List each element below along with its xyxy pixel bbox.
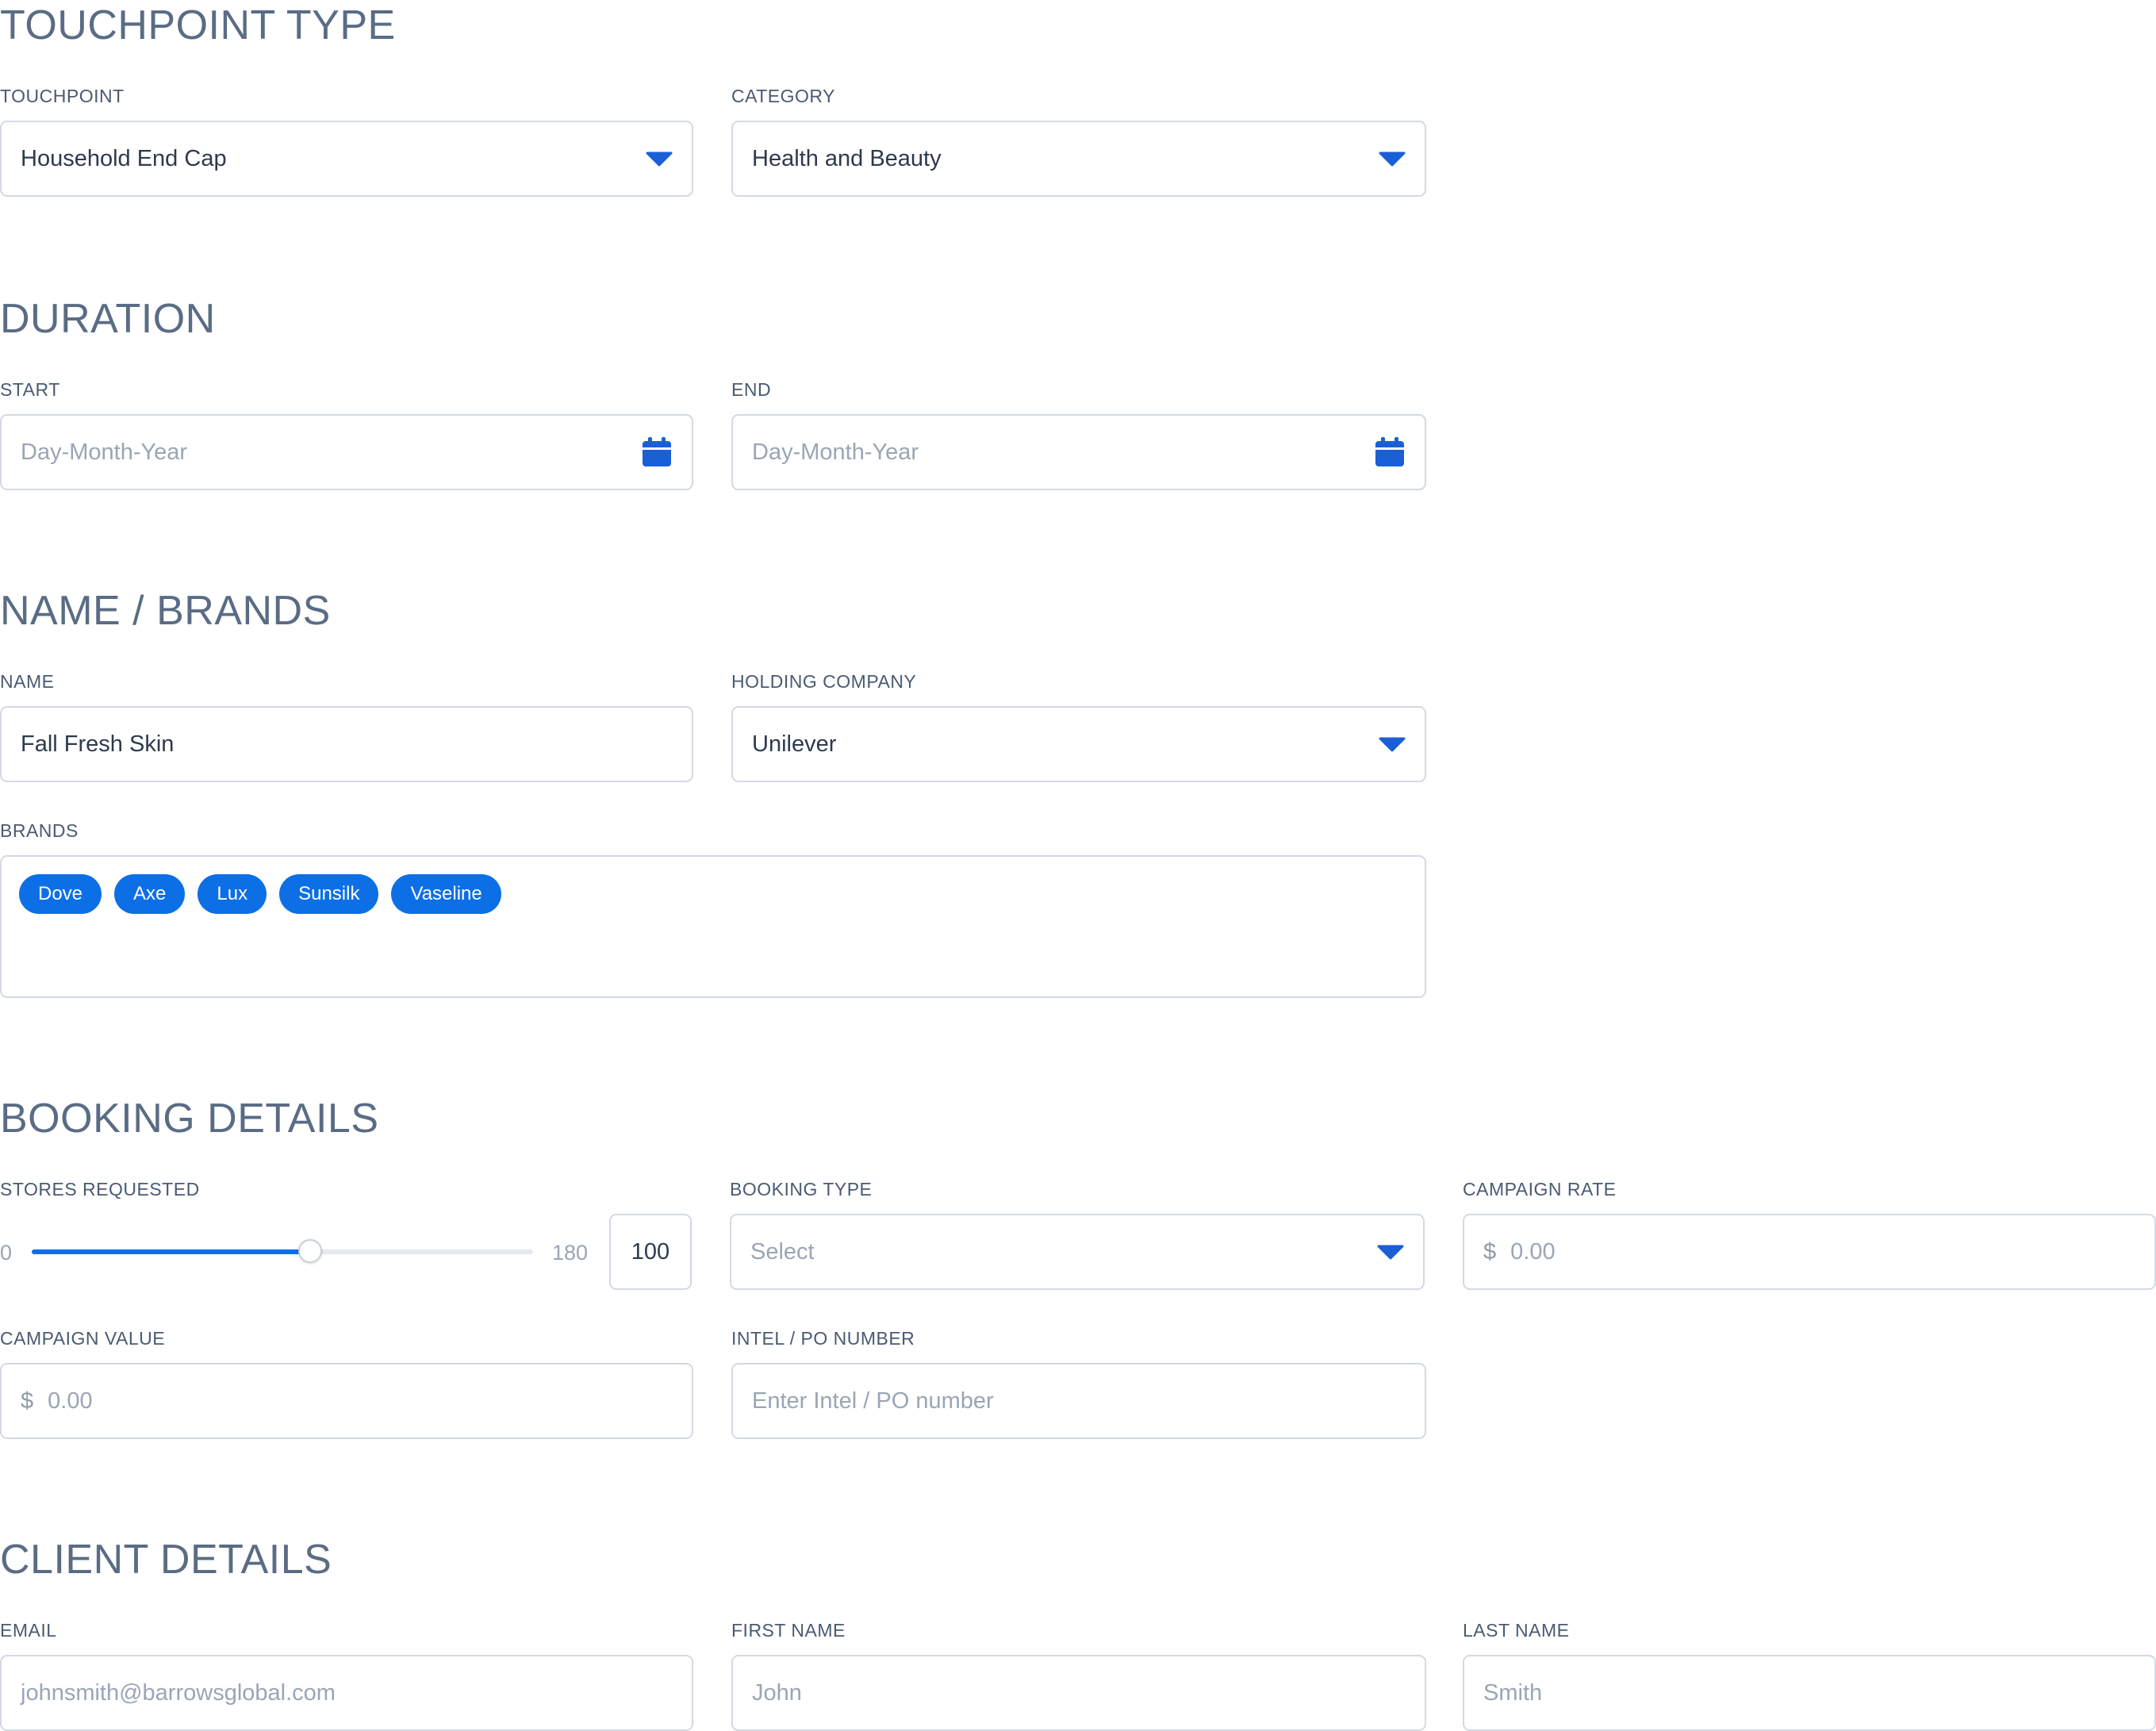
start-label: START — [0, 379, 60, 400]
slider-fill — [32, 1249, 311, 1254]
first-name-label: FIRST NAME — [731, 1620, 846, 1641]
stores-requested-slider: 0 180 100 — [0, 1214, 692, 1290]
section-title-name-brands: NAME / BRANDS — [0, 588, 331, 634]
holding-company-select[interactable]: Unilever — [731, 706, 1426, 782]
brand-tag[interactable]: Axe — [114, 874, 186, 914]
section-title-touchpoint-type: TOUCHPOINT TYPE — [0, 2, 396, 48]
currency-prefix: $ — [21, 1387, 34, 1414]
chevron-down-icon — [646, 152, 673, 167]
stores-requested-input[interactable]: 100 — [609, 1214, 692, 1290]
category-select[interactable]: Health and Beauty — [731, 121, 1426, 197]
holding-company-value: Unilever — [752, 731, 837, 757]
slider-track[interactable] — [32, 1239, 533, 1263]
name-label: NAME — [0, 671, 55, 692]
name-value: Fall Fresh Skin — [21, 731, 175, 757]
touchpoint-select[interactable]: Household End Cap — [0, 121, 693, 197]
brands-label: BRANDS — [0, 820, 79, 841]
chevron-down-icon — [1379, 152, 1406, 167]
booking-type-placeholder: Select — [750, 1238, 815, 1265]
calendar-icon[interactable] — [641, 436, 673, 468]
brand-tag[interactable]: Sunsilk — [279, 874, 379, 914]
section-title-duration: DURATION — [0, 296, 216, 342]
category-value: Health and Beauty — [752, 145, 942, 171]
brands-tag-input[interactable]: Dove Axe Lux Sunsilk Vaseline — [0, 855, 1426, 998]
category-label: CATEGORY — [731, 86, 835, 106]
campaign-rate-placeholder: 0.00 — [1510, 1238, 1556, 1265]
email-label: EMAIL — [0, 1620, 57, 1641]
brand-tag[interactable]: Vaseline — [391, 874, 501, 914]
name-input[interactable]: Fall Fresh Skin — [0, 706, 693, 782]
section-title-booking-details: BOOKING DETAILS — [0, 1096, 379, 1142]
first-name-field[interactable]: John — [731, 1655, 1426, 1731]
holding-company-label: HOLDING COMPANY — [731, 671, 917, 692]
calendar-icon[interactable] — [1374, 436, 1406, 468]
slider-max-value: 180 — [552, 1241, 589, 1265]
stores-requested-label: STORES REQUESTED — [0, 1179, 200, 1199]
intel-po-input[interactable]: Enter Intel / PO number — [731, 1363, 1426, 1439]
campaign-value-input[interactable]: $ 0.00 — [0, 1363, 693, 1439]
touchpoint-label: TOUCHPOINT — [0, 86, 125, 106]
last-name-field[interactable]: Smith — [1463, 1655, 2156, 1731]
campaign-rate-input[interactable]: $ 0.00 — [1463, 1214, 2156, 1290]
email-placeholder: johnsmith@barrowsglobal.com — [21, 1679, 336, 1706]
currency-prefix: $ — [1483, 1238, 1497, 1265]
booking-type-select[interactable]: Select — [730, 1214, 1425, 1290]
campaign-value-label: CAMPAIGN VALUE — [0, 1328, 166, 1349]
intel-po-placeholder: Enter Intel / PO number — [752, 1387, 994, 1414]
booking-form: TOUCHPOINT TYPE TOUCHPOINT Household End… — [0, 0, 2156, 1731]
brand-tag[interactable]: Dove — [19, 874, 102, 914]
booking-type-label: BOOKING TYPE — [730, 1179, 873, 1199]
last-name-placeholder: Smith — [1483, 1679, 1543, 1706]
start-date-placeholder: Day-Month-Year — [21, 439, 188, 465]
last-name-label: LAST NAME — [1463, 1620, 1570, 1641]
touchpoint-value: Household End Cap — [21, 145, 227, 171]
slider-thumb[interactable] — [298, 1239, 323, 1263]
chevron-down-icon — [1379, 737, 1406, 752]
chevron-down-icon — [1377, 1245, 1404, 1260]
campaign-rate-label: CAMPAIGN RATE — [1463, 1179, 1617, 1199]
slider-min-value: 0 — [0, 1241, 13, 1265]
campaign-value-placeholder: 0.00 — [48, 1387, 93, 1414]
brand-tag[interactable]: Lux — [198, 874, 267, 914]
email-field[interactable]: johnsmith@barrowsglobal.com — [0, 1655, 693, 1731]
end-date-field[interactable]: Day-Month-Year — [731, 414, 1426, 490]
end-label: END — [731, 379, 772, 400]
end-date-placeholder: Day-Month-Year — [752, 439, 919, 465]
start-date-field[interactable]: Day-Month-Year — [0, 414, 693, 490]
intel-po-label: INTEL / PO NUMBER — [731, 1328, 915, 1349]
section-title-client-details: CLIENT DETAILS — [0, 1537, 332, 1583]
first-name-placeholder: John — [752, 1679, 802, 1706]
